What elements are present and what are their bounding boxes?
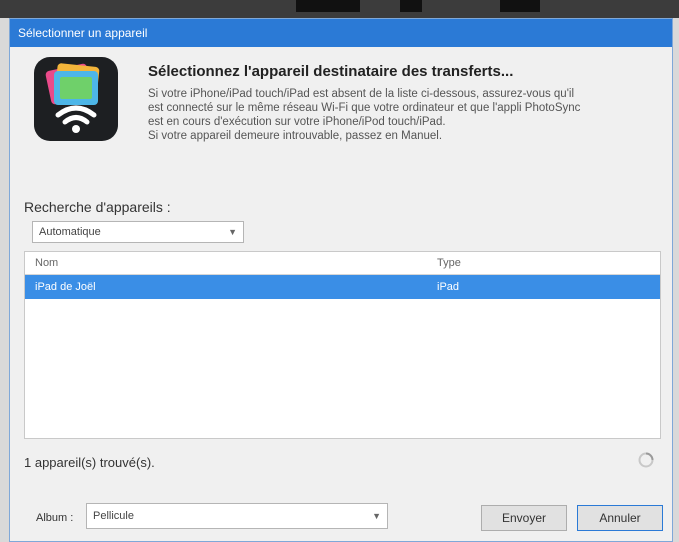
chevron-down-icon: ▼	[228, 227, 237, 237]
photosync-app-icon	[34, 57, 118, 141]
dialog-description: Si votre iPhone/iPad touch/iPad est abse…	[148, 87, 658, 143]
description-line: Si votre iPhone/iPad touch/iPad est abse…	[148, 88, 575, 100]
column-header-type[interactable]: Type	[437, 252, 461, 274]
background-strip	[500, 0, 540, 12]
dialog-heading: Sélectionnez l'appareil destinataire des…	[148, 63, 514, 80]
device-row[interactable]: iPad de Joël iPad	[25, 275, 660, 299]
devices-found-status: 1 appareil(s) trouvé(s).	[24, 455, 155, 470]
device-list[interactable]: Nom Type iPad de Joël iPad	[24, 251, 661, 439]
send-button[interactable]: Envoyer	[481, 505, 567, 531]
dialog-title: Sélectionner un appareil	[10, 19, 672, 47]
description-line: est en cours d'exécution sur votre iPhon…	[148, 116, 446, 128]
list-header: Nom Type	[25, 252, 660, 275]
album-value: Pellicule	[93, 510, 134, 522]
cancel-button[interactable]: Annuler	[577, 505, 663, 531]
background-strip	[296, 0, 360, 12]
search-mode-value: Automatique	[39, 226, 101, 238]
search-label: Recherche d'appareils :	[24, 199, 171, 215]
album-label: Album :	[36, 512, 74, 524]
background-window	[0, 0, 679, 18]
device-name: iPad de Joël	[35, 281, 96, 293]
column-header-name[interactable]: Nom	[35, 252, 58, 274]
description-line: Si votre appareil demeure introuvable, p…	[148, 130, 443, 142]
device-type: iPad	[437, 281, 460, 293]
select-device-dialog: Sélectionner un appareil Sélectionnez l'…	[9, 18, 673, 542]
loading-spinner-icon	[637, 451, 655, 469]
description-line: est connecté sur le même réseau Wi-Fi qu…	[148, 102, 581, 114]
chevron-down-icon: ▼	[372, 511, 381, 521]
album-select[interactable]: Pellicule ▼	[86, 503, 388, 529]
search-mode-select[interactable]: Automatique ▼	[32, 221, 244, 243]
background-strip	[400, 0, 422, 12]
